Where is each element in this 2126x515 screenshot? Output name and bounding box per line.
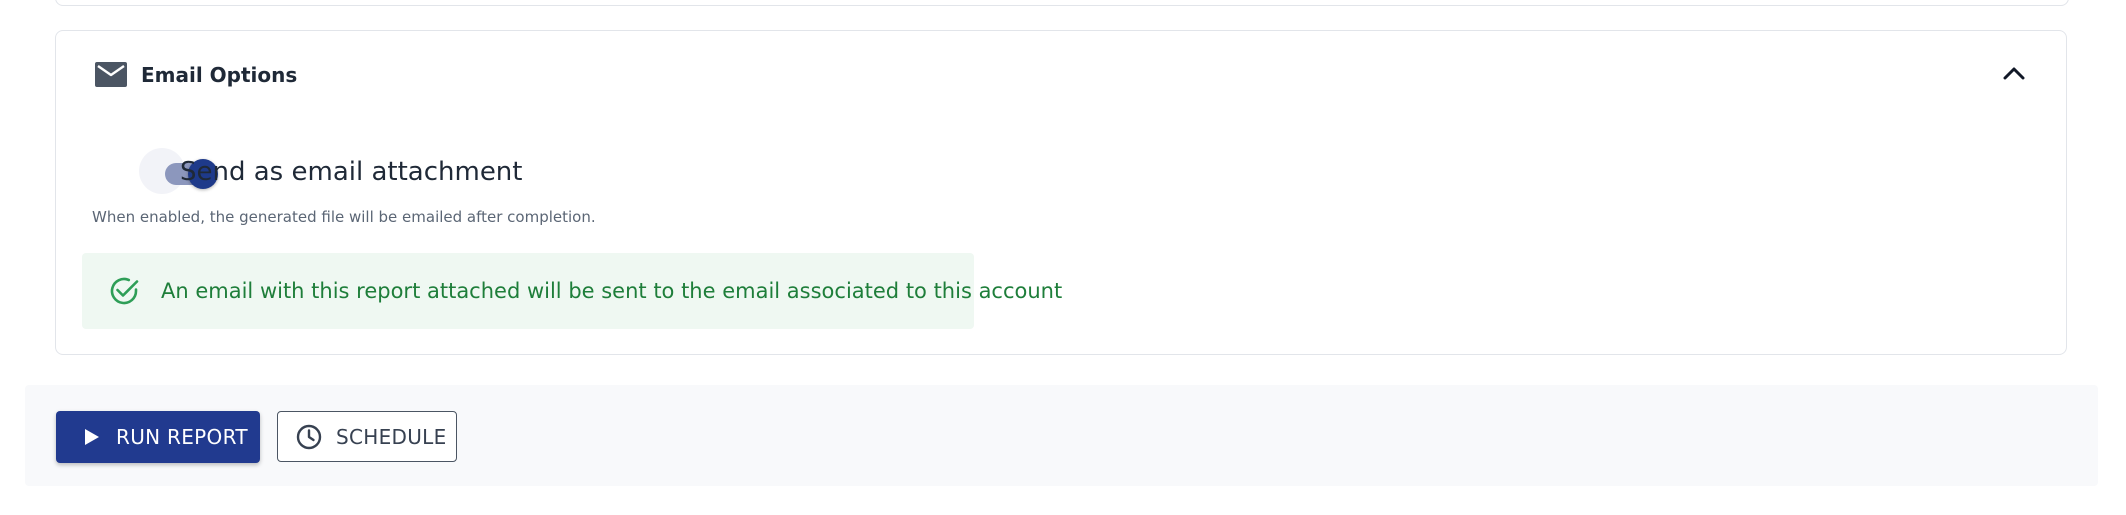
page: Email Options Send as email attachment W… (0, 0, 2126, 515)
email-options-title: Email Options (141, 63, 298, 87)
chevron-up-icon (2003, 67, 2025, 80)
email-info-alert: An email with this report attached will … (82, 253, 1062, 329)
report-actions-bar: RUN REPORT SCHEDULE (25, 385, 2098, 486)
clock-icon (296, 424, 322, 450)
play-icon (85, 429, 99, 445)
schedule-label: SCHEDULE (336, 425, 447, 449)
schedule-button[interactable]: SCHEDULE (277, 411, 457, 462)
mail-icon (95, 62, 127, 87)
email-attachment-toggle[interactable] (108, 141, 218, 201)
toggle-helper-text: When enabled, the generated file will be… (92, 208, 596, 226)
run-report-button[interactable]: RUN REPORT (56, 411, 260, 463)
previous-card-edge (55, 0, 2069, 6)
collapse-button[interactable] (1996, 55, 2032, 91)
check-circle-icon (110, 277, 139, 305)
toggle-label[interactable]: Send as email attachment (180, 155, 522, 189)
email-options-card: Email Options Send as email attachment W… (55, 30, 2067, 355)
alert-message: An email with this report attached will … (161, 279, 1063, 303)
email-options-header[interactable]: Email Options (56, 31, 2066, 117)
run-report-label: RUN REPORT (116, 425, 248, 449)
